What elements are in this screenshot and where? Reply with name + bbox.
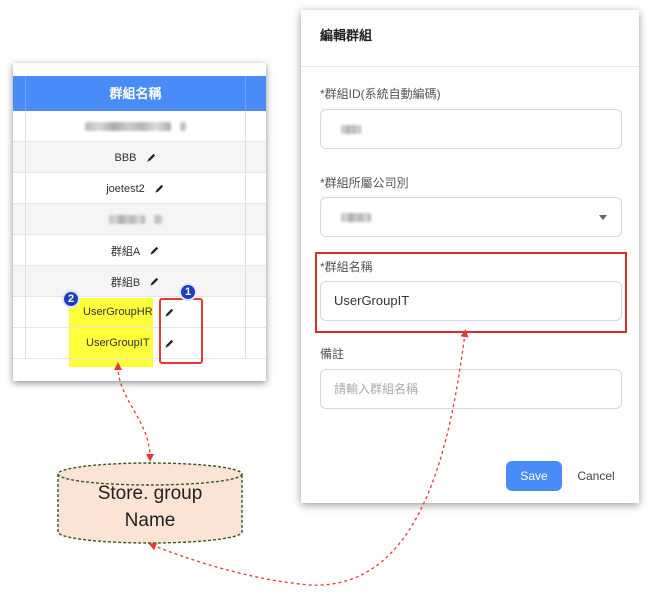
step-badge-2: 2 <box>62 290 80 308</box>
group-name-text: UserGroupHR <box>83 306 153 318</box>
group-id-field[interactable] <box>320 109 622 149</box>
chevron-down-icon[interactable] <box>599 215 607 220</box>
table-row <box>13 204 266 235</box>
pencil-icon[interactable] <box>149 276 160 287</box>
note-input[interactable]: 請輸入群組名稱 <box>320 369 622 409</box>
redacted-name <box>85 122 171 131</box>
dialog-title: 編輯群組 <box>320 28 373 43</box>
pencil-icon[interactable] <box>154 183 165 194</box>
table-header: 群組名稱 <box>13 76 266 111</box>
title-divider <box>301 66 639 67</box>
step-badge-1: 1 <box>179 283 197 301</box>
pencil-icon[interactable] <box>149 245 160 256</box>
group-name-text: joetest2 <box>106 182 145 195</box>
note-placeholder: 請輸入群組名稱 <box>334 382 419 396</box>
table-row: joetest2 <box>13 173 266 204</box>
store-label-line1: Store. group <box>97 483 203 504</box>
note-label: 備註 <box>320 347 345 361</box>
save-button[interactable]: Save <box>506 461 562 491</box>
store-label-line2: Name <box>124 510 176 531</box>
company-label: *群組所屬公司別 <box>320 176 409 190</box>
group-name-text: BBB <box>114 151 137 164</box>
redacted-value <box>341 213 371 222</box>
group-name-text: 群組B <box>110 276 141 289</box>
pencil-icon[interactable] <box>146 152 157 163</box>
group-id-label: *群組ID(系統自動編碼) <box>320 87 441 101</box>
table-row: UserGroupHR <box>13 297 266 328</box>
group-name-highlight <box>315 252 627 333</box>
redacted-icon <box>154 215 162 224</box>
redacted-name <box>109 215 145 224</box>
company-select[interactable] <box>320 197 622 237</box>
cancel-button[interactable]: Cancel <box>571 461 621 491</box>
redacted-value <box>341 125 361 134</box>
store-label: Store. group Name <box>58 480 242 534</box>
table-row <box>13 111 266 142</box>
group-name-text: 群組A <box>110 245 141 258</box>
column-header-group-name: 群組名稱 <box>109 86 162 101</box>
group-table-panel: 群組名稱 BBB joetest2 群組A 群組B UserGroupHR Us… <box>13 63 266 381</box>
header-divider <box>245 76 246 111</box>
edit-icons-highlight <box>159 298 203 364</box>
table-row: BBB <box>13 142 266 173</box>
redacted-icon <box>180 122 186 131</box>
table-row: 群組A <box>13 235 266 266</box>
group-name-text: UserGroupIT <box>86 337 150 349</box>
table-row: 群組B <box>13 266 266 297</box>
table-row: UserGroupIT <box>13 328 266 359</box>
